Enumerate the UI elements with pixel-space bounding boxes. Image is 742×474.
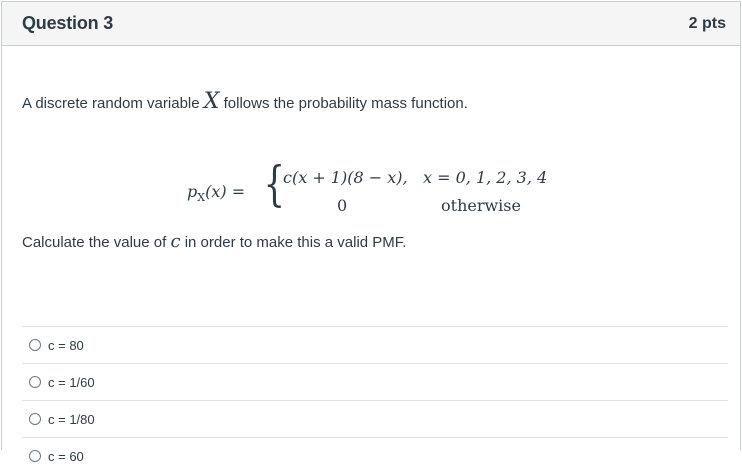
prompt-text-after: in order to make this a valid PMF. bbox=[180, 234, 407, 251]
formula-case1-condition: x = 0, 1, 2, 3, 4 bbox=[423, 168, 548, 187]
intro-text-after: follows the probability mass function. bbox=[219, 95, 468, 112]
question-prompt: Calculate the value of c in order to mak… bbox=[22, 231, 406, 252]
radio-button[interactable] bbox=[29, 376, 41, 388]
question-title: Question 3 bbox=[22, 13, 114, 33]
formula-lhs-subscript: X bbox=[197, 191, 206, 205]
question-header: Question 3 2 pts bbox=[2, 2, 740, 46]
constant-symbol: c bbox=[170, 231, 181, 252]
answer-option[interactable]: c = 60 bbox=[22, 437, 728, 474]
pmf-formula: pX(x) = { c(x + 1)(8 − x), x = 0, 1, 2, … bbox=[187, 160, 587, 220]
question-points: 2 pts bbox=[688, 14, 726, 32]
radio-button[interactable] bbox=[29, 413, 41, 425]
answer-label: c = 80 bbox=[48, 337, 84, 353]
formula-case2-expression: 0 bbox=[337, 196, 348, 215]
formula-brace: { bbox=[263, 156, 285, 212]
radio-button[interactable] bbox=[29, 450, 41, 462]
random-variable-symbol: X bbox=[203, 89, 220, 114]
radio-button[interactable] bbox=[29, 339, 41, 351]
answer-list: c = 80 c = 1/60 c = 1/80 c = 60 bbox=[22, 326, 728, 474]
answer-label: c = 1/60 bbox=[48, 374, 95, 390]
answer-option[interactable]: c = 80 bbox=[22, 326, 728, 363]
question-card: Question 3 2 pts A discrete random varia… bbox=[1, 1, 741, 464]
formula-case2-condition: otherwise bbox=[441, 196, 521, 215]
formula-lhs: pX(x) = bbox=[187, 182, 245, 204]
answer-label: c = 1/80 bbox=[48, 411, 95, 427]
formula-lhs-p: p bbox=[187, 182, 198, 201]
formula-case1-expression: c(x + 1)(8 − x), bbox=[283, 168, 408, 187]
question-intro: A discrete random variable X follows the… bbox=[22, 91, 468, 113]
answer-option[interactable]: c = 1/60 bbox=[22, 363, 728, 400]
answer-option[interactable]: c = 1/80 bbox=[22, 400, 728, 437]
answer-label: c = 60 bbox=[48, 448, 84, 464]
prompt-text-before: Calculate the value of bbox=[22, 234, 171, 251]
formula-lhs-arg: (x) = bbox=[205, 182, 246, 201]
intro-text-before: A discrete random variable bbox=[22, 95, 204, 112]
